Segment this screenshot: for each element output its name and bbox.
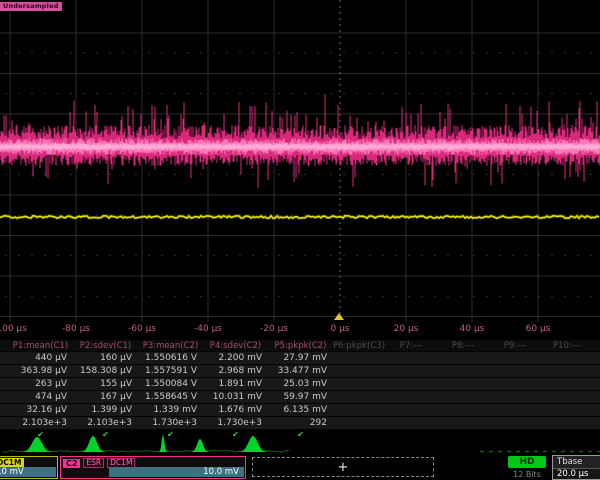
c2-esr-tag: ESR <box>83 458 104 468</box>
trace-layer <box>0 0 600 322</box>
measurement-header[interactable]: P3:mean(C2) <box>138 341 203 351</box>
time-tick-label: 60 µs <box>526 324 551 334</box>
descriptor-bar: DC1M 50.0 mV C2 ESR DC1M 10.0 mV + HD 12… <box>0 455 600 480</box>
measurement-value: 440 µV <box>8 353 73 363</box>
channel-descriptor-c2[interactable]: C2 ESR DC1M 10.0 mV <box>60 456 246 479</box>
measurement-header[interactable]: P5:pkpk(C2) <box>268 341 333 351</box>
measurement-value: 1.557591 V <box>138 366 203 376</box>
histicon-strip[interactable] <box>0 432 600 454</box>
measurement-row: 474 µV167 µV1.558645 V10.031 mV59.97 mV <box>0 391 600 404</box>
tbase-value: 20.0 µs <box>553 469 600 480</box>
measurement-header[interactable]: P1:mean(C1) <box>8 341 73 351</box>
trigger-time-marker[interactable] <box>334 313 344 320</box>
measurement-header[interactable]: P2:sdev(C1) <box>73 341 138 351</box>
measurement-value: 263 µV <box>8 379 73 389</box>
c1-scale-value: 50.0 mV <box>0 467 56 477</box>
resolution-bits-label: 12 Bits <box>502 470 552 479</box>
hd-mode-badge[interactable]: HD <box>508 456 546 468</box>
measurement-value: 1.730e+3 <box>203 418 268 428</box>
measurement-header-unused[interactable]: P10:--- <box>541 341 593 351</box>
measurement-value: 1.730e+3 <box>138 418 203 428</box>
measurement-header[interactable]: P4:sdev(C2) <box>203 341 268 351</box>
measurement-value: 1.676 mV <box>203 405 268 415</box>
measurement-value: 27.97 mV <box>268 353 333 363</box>
channel-descriptor-c1[interactable]: DC1M 50.0 mV <box>0 456 58 479</box>
measurement-value: 363.98 µV <box>8 366 73 376</box>
time-tick-label: -60 µs <box>128 324 156 334</box>
measurement-value: 25.03 mV <box>268 379 333 389</box>
measurement-value: 2.200 mV <box>203 353 268 363</box>
time-axis: -100 µs -80 µs -60 µs -40 µs -20 µs 0 µs 20 µs… <box>0 321 600 336</box>
measurement-value: 1.399 µV <box>73 405 138 415</box>
measurement-value: 1.339 mV <box>138 405 203 415</box>
measurement-row: 363.98 µV158.308 µV1.557591 V2.968 mV33.… <box>0 365 600 378</box>
measurement-value: 155 µV <box>73 379 138 389</box>
measurement-value: 59.97 mV <box>268 392 333 402</box>
time-tick-label: 0 µs <box>330 324 349 334</box>
measurement-value: 32.16 µV <box>8 405 73 415</box>
measurement-value: 6.135 mV <box>268 405 333 415</box>
measurement-value: 1.891 mV <box>203 379 268 389</box>
measurement-row: 440 µV160 µV1.550616 V2.200 mV27.97 mV <box>0 352 600 365</box>
add-channel-button[interactable]: + <box>252 457 434 477</box>
measurement-value: 2.103e+3 <box>8 418 73 428</box>
measurement-row: 263 µV155 µV1.550084 V1.891 mV25.03 mV <box>0 378 600 391</box>
measurement-value: 167 µV <box>73 392 138 402</box>
measurement-value: 474 µV <box>8 392 73 402</box>
measurement-value: 2.968 mV <box>203 366 268 376</box>
measurement-table: P1:mean(C1)P2:sdev(C1)P3:mean(C2)P4:sdev… <box>0 340 600 432</box>
time-tick-label: -20 µs <box>260 324 288 334</box>
undersampled-warning: Undersampled <box>0 2 62 11</box>
measurement-value: 158.308 µV <box>73 366 138 376</box>
measurement-header-unused[interactable]: P8:--- <box>437 341 489 351</box>
c1-coupling-badge: DC1M <box>0 458 24 467</box>
timebase-descriptor[interactable]: Tbase 20.0 µs <box>552 455 600 480</box>
tbase-label: Tbase <box>553 456 600 469</box>
plus-icon: + <box>338 460 349 475</box>
time-tick-label: -80 µs <box>62 324 90 334</box>
time-tick-label: -100 µs <box>0 324 27 334</box>
measurement-value: 1.550084 V <box>138 379 203 389</box>
measurement-value: 10.031 mV <box>203 392 268 402</box>
measurement-header-unused[interactable]: P7:--- <box>385 341 437 351</box>
measurement-header-unused[interactable]: P6:pkpk(C3) <box>333 341 385 351</box>
time-tick-label: -40 µs <box>194 324 222 334</box>
measurement-value: 292 <box>268 418 333 428</box>
c2-label: C2 <box>63 459 80 468</box>
measurement-row: 2.103e+32.103e+31.730e+31.730e+3292 <box>0 417 600 430</box>
measurement-value: 1.550616 V <box>138 353 203 363</box>
histicon-graphics <box>0 432 600 454</box>
measurement-value: 1.558645 V <box>138 392 203 402</box>
time-tick-label: 40 µs <box>460 324 485 334</box>
measurement-value: 33.477 mV <box>268 366 333 376</box>
measurement-value: 160 µV <box>73 353 138 363</box>
oscilloscope-screen: Undersampled -100 µs -80 µs -60 µs -40 µs -2… <box>0 0 600 480</box>
measurement-header-unused[interactable]: P9:--- <box>489 341 541 351</box>
measurement-value: 2.103e+3 <box>73 418 138 428</box>
measurement-header-row: P1:mean(C1)P2:sdev(C1)P3:mean(C2)P4:sdev… <box>0 340 600 352</box>
c2-scale-value: 10.0 mV <box>109 467 244 477</box>
waveform-display[interactable]: Undersampled <box>0 0 600 322</box>
measurement-header-unused[interactable]: P11:--- <box>593 341 600 351</box>
measurement-row: 32.16 µV1.399 µV1.339 mV1.676 mV6.135 mV <box>0 404 600 417</box>
time-tick-label: 20 µs <box>394 324 419 334</box>
